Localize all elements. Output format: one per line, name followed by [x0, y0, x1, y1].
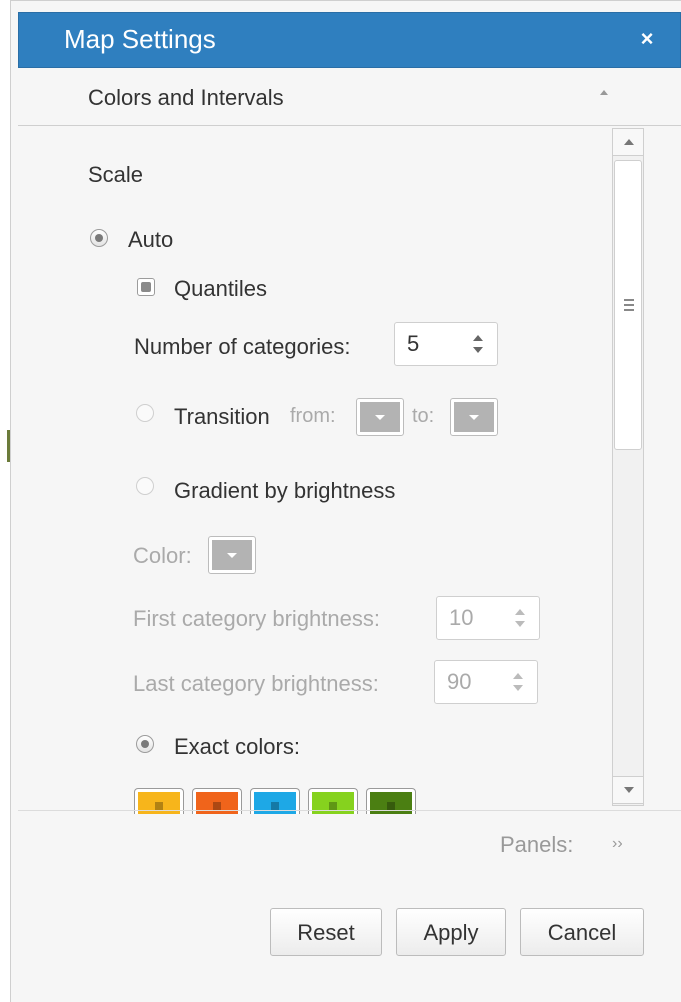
num-categories-stepper[interactable]: 5 — [394, 322, 498, 366]
scrollbar-thumb[interactable] — [614, 160, 642, 450]
quantiles-label: Quantiles — [174, 276, 267, 301]
stepper-arrows-icon[interactable] — [473, 335, 483, 355]
first-brightness-stepper[interactable]: 10 — [436, 596, 540, 640]
cancel-button[interactable]: Cancel — [520, 908, 644, 956]
transition-to-label: to: — [412, 405, 435, 427]
chevron-up-icon — [624, 139, 634, 145]
chevron-down-icon — [387, 802, 395, 810]
last-brightness-stepper[interactable]: 90 — [434, 660, 538, 704]
num-categories-label: Number of categories: — [134, 334, 351, 359]
num-categories-value: 5 — [407, 331, 420, 356]
grip-icon — [624, 304, 634, 306]
gradient-color-dropdown[interactable] — [208, 536, 256, 574]
last-brightness-label: Last category brightness: — [133, 671, 379, 696]
transition-from-color-dropdown[interactable] — [356, 398, 404, 436]
page-background — [0, 0, 10, 1002]
first-brightness-label: First category brightness: — [133, 606, 380, 631]
last-brightness-value: 90 — [447, 669, 472, 694]
apply-button[interactable]: Apply — [396, 908, 506, 956]
panels-expand-icon[interactable]: ›› — [612, 835, 623, 853]
chevron-down-icon — [213, 802, 221, 810]
reset-button[interactable]: Reset — [270, 908, 382, 956]
scale-heading: Scale — [88, 162, 144, 187]
chevron-down-icon — [155, 802, 163, 810]
gradient-label: Gradient by brightness — [174, 478, 396, 503]
stepper-arrows-icon[interactable] — [515, 609, 525, 629]
scroll-up-button[interactable] — [612, 128, 644, 156]
transition-label: Transition — [174, 404, 270, 429]
chevron-down-icon — [375, 415, 385, 420]
exact-colors-label: Exact colors: — [174, 734, 300, 759]
exact-colors-radio[interactable] — [136, 735, 154, 753]
auto-radio[interactable] — [90, 229, 108, 247]
gradient-radio[interactable] — [136, 477, 154, 495]
transition-from-label: from: — [290, 405, 336, 427]
auto-label: Auto — [128, 227, 174, 252]
stepper-arrows-icon[interactable] — [513, 673, 523, 693]
collapse-arrow-icon[interactable] — [600, 90, 608, 95]
quantiles-checkbox[interactable] — [137, 278, 155, 296]
first-brightness-value: 10 — [449, 605, 474, 630]
transition-radio[interactable] — [136, 404, 154, 422]
chevron-down-icon — [469, 415, 479, 420]
section-title: Colors and Intervals — [88, 85, 284, 110]
chevron-down-icon — [624, 787, 634, 793]
grip-icon — [624, 299, 634, 301]
chevron-down-icon — [271, 802, 279, 810]
scroll-down-button[interactable] — [612, 776, 644, 804]
chevron-down-icon — [329, 802, 337, 810]
transition-to-color-dropdown[interactable] — [450, 398, 498, 436]
panels-label: Panels: — [500, 832, 574, 857]
footer-divider — [18, 810, 681, 811]
chevron-down-icon — [227, 553, 237, 558]
dialog-title: Map Settings — [64, 24, 216, 54]
settings-content — [34, 126, 610, 810]
color-label: Color: — [133, 543, 192, 568]
close-icon[interactable]: × — [636, 24, 658, 54]
grip-icon — [624, 309, 634, 311]
